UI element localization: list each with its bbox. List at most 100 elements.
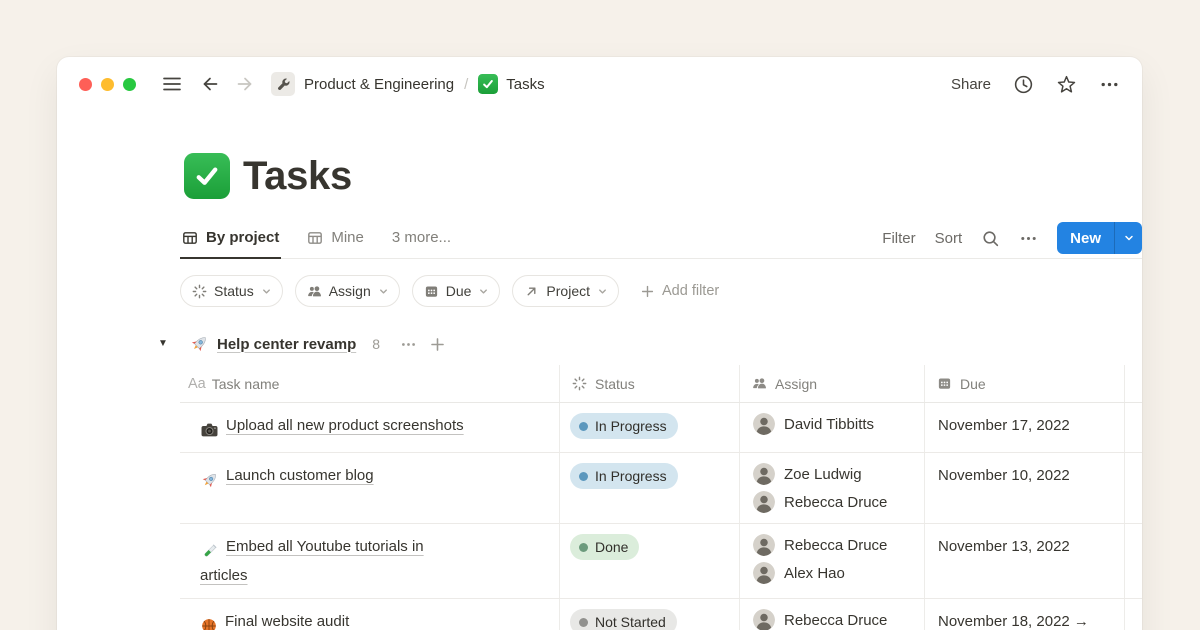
page-check-icon: [478, 74, 498, 94]
add-filter-label: Add filter: [662, 283, 719, 299]
new-dropdown-caret[interactable]: [1115, 222, 1142, 254]
breadcrumb-workspace[interactable]: Product & Engineering: [304, 76, 454, 93]
zoom-window-button[interactable]: [123, 78, 136, 91]
filter-chip-due[interactable]: Due: [412, 275, 501, 307]
close-window-button[interactable]: [79, 78, 92, 91]
view-actions: Filter Sort New: [882, 218, 1142, 258]
sidebar-menu-icon[interactable]: [162, 76, 182, 92]
tab-label: 3 more...: [392, 229, 451, 246]
status-cell[interactable]: Not Started: [560, 599, 740, 630]
breadcrumb-page[interactable]: Tasks: [506, 76, 544, 93]
status-badge: In Progress: [570, 463, 678, 489]
people-icon: [752, 376, 767, 391]
avatar: [753, 463, 775, 485]
due-date: November 10, 2022: [938, 467, 1070, 484]
column-label: Due: [960, 376, 986, 392]
column-header-task-name[interactable]: Aa Task name: [180, 365, 560, 402]
page-icon-check[interactable]: [184, 153, 230, 199]
group-add-icon[interactable]: [429, 336, 446, 353]
collapse-triangle-icon[interactable]: ▼: [158, 339, 170, 349]
updates-clock-icon[interactable]: [1013, 74, 1034, 95]
group-header: ▼ Help center revamp 8: [158, 334, 1142, 354]
workspace-wrench-icon[interactable]: [271, 72, 295, 96]
filter-chip-project[interactable]: Project: [512, 275, 619, 307]
share-button[interactable]: Share: [951, 76, 991, 93]
camera-icon: [200, 417, 219, 442]
task-title-link[interactable]: Upload all new product screenshots: [226, 417, 464, 434]
due-cell[interactable]: November 13, 2022: [925, 524, 1125, 598]
assignee: Rebecca Druce: [753, 534, 924, 556]
status-label: In Progress: [595, 468, 667, 484]
add-filter-button[interactable]: Add filter: [640, 283, 719, 299]
more-options-icon[interactable]: [1099, 74, 1120, 95]
calendar-icon: [424, 284, 439, 299]
tab-label: By project: [206, 229, 279, 246]
assignee: Rebecca Druce: [753, 609, 924, 630]
status-cell[interactable]: Done: [560, 524, 740, 598]
plus-icon: [640, 284, 655, 299]
avatar: [753, 534, 775, 556]
assign-cell[interactable]: Zoe Ludwig Rebecca Druce: [740, 453, 925, 523]
assignee: Zoe Ludwig: [753, 463, 924, 485]
row-spacer: [1125, 599, 1142, 630]
assign-cell[interactable]: Rebecca Druce: [740, 599, 925, 630]
chevron-down-icon: [478, 286, 489, 297]
row-spacer: [1125, 524, 1142, 598]
chip-label: Project: [546, 283, 590, 299]
status-burst-icon: [192, 284, 207, 299]
table-row: Launch customer blog In Progress Zoe Lud…: [180, 453, 1142, 524]
assign-cell[interactable]: David Tibbitts: [740, 403, 925, 452]
assignee-name: Rebecca Druce: [784, 537, 887, 554]
due-cell[interactable]: November 17, 2022: [925, 403, 1125, 452]
column-header-assign[interactable]: Assign: [740, 365, 925, 402]
status-burst-icon: [572, 376, 587, 391]
new-button-group: New: [1057, 222, 1142, 254]
due-cell[interactable]: November 18, 2022 → November 20: [925, 599, 1125, 630]
group-more-icon[interactable]: [400, 336, 417, 353]
back-arrow-icon[interactable]: [200, 74, 220, 94]
task-title-link[interactable]: Embed all Youtube tutorials in articles: [200, 538, 424, 584]
status-cell[interactable]: In Progress: [560, 403, 740, 452]
status-label: Not Started: [595, 614, 666, 630]
breadcrumb-separator: /: [464, 76, 468, 93]
minimize-window-button[interactable]: [101, 78, 114, 91]
group-title-link[interactable]: Help center revamp: [217, 336, 356, 353]
new-button[interactable]: New: [1057, 222, 1114, 254]
status-dot: [579, 543, 588, 552]
task-title-cell[interactable]: Launch customer blog: [180, 453, 560, 523]
status-dot: [579, 422, 588, 431]
column-header-status[interactable]: Status: [560, 365, 740, 402]
tab-by-project[interactable]: By project: [180, 218, 281, 259]
filter-bar: Status Assign Due Project: [180, 275, 1142, 307]
assignee: Rebecca Druce: [753, 491, 924, 513]
task-title-cell[interactable]: Upload all new product screenshots: [180, 403, 560, 452]
filter-button[interactable]: Filter: [882, 230, 915, 247]
status-cell[interactable]: In Progress: [560, 453, 740, 523]
chip-label: Due: [446, 283, 472, 299]
avatar: [753, 562, 775, 584]
filter-chip-assign[interactable]: Assign: [295, 275, 400, 307]
forward-arrow-icon[interactable]: [235, 74, 255, 94]
page-title[interactable]: Tasks: [243, 154, 352, 199]
view-more-icon[interactable]: [1019, 229, 1038, 248]
filter-chip-status[interactable]: Status: [180, 275, 283, 307]
rocket-icon: [189, 334, 209, 354]
sort-button[interactable]: Sort: [935, 230, 963, 247]
status-dot: [579, 618, 588, 627]
favorite-star-icon[interactable]: [1056, 74, 1077, 95]
assign-cell[interactable]: Rebecca Druce Alex Hao: [740, 524, 925, 598]
column-header-due[interactable]: Due: [925, 365, 1125, 402]
task-title-link[interactable]: Final website audit: [225, 613, 349, 630]
due-cell[interactable]: November 10, 2022: [925, 453, 1125, 523]
task-title-cell[interactable]: Final website audit: [180, 599, 560, 630]
status-badge: In Progress: [570, 413, 678, 439]
tab-label: Mine: [331, 229, 364, 246]
search-icon[interactable]: [981, 229, 1000, 248]
tab-more-views[interactable]: 3 more...: [390, 218, 453, 259]
assignee-name: Alex Hao: [784, 565, 845, 582]
task-title-link[interactable]: Launch customer blog: [226, 467, 374, 484]
task-title-cell[interactable]: Embed all Youtube tutorials in articles: [180, 524, 560, 598]
chip-label: Assign: [329, 283, 371, 299]
tab-mine[interactable]: Mine: [305, 218, 366, 259]
chip-label: Status: [214, 283, 254, 299]
